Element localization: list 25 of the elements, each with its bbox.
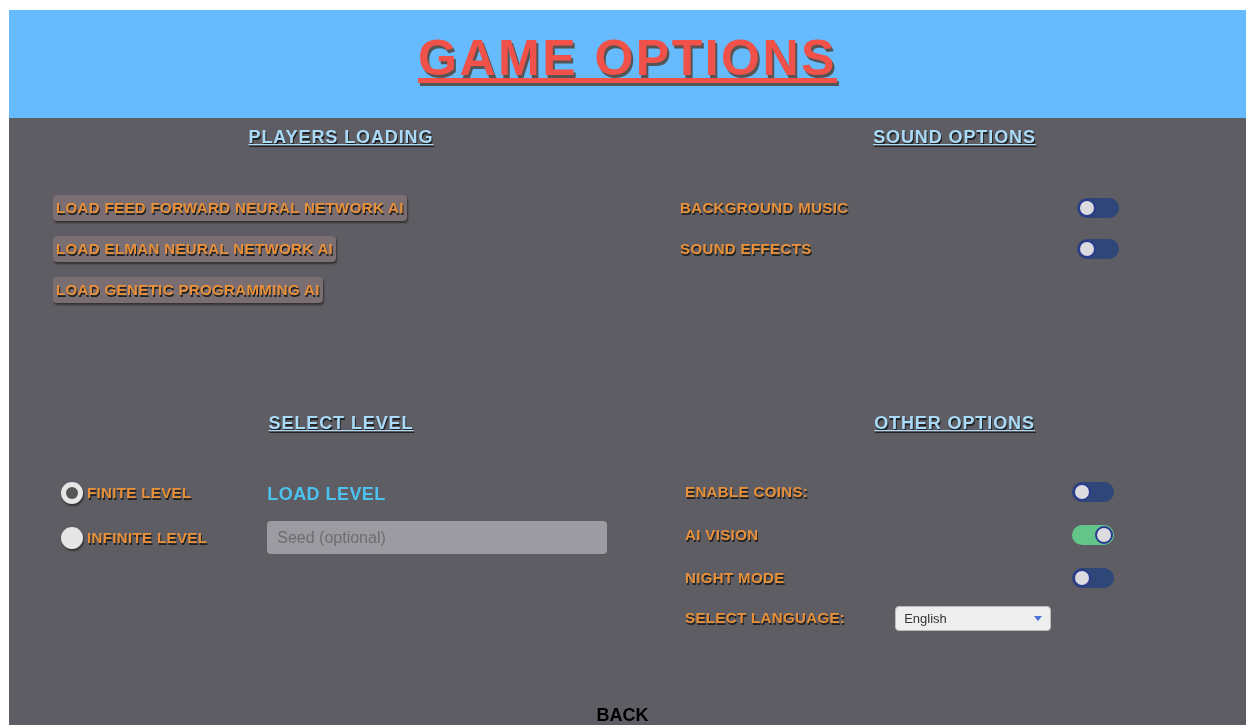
setting-label: NIGHT MODE — [685, 567, 785, 588]
load-ai-button[interactable]: LOAD ELMAN NEURAL NETWORK AI — [53, 236, 337, 262]
section-heading: SELECT LEVEL — [268, 412, 414, 435]
page-title: GAME OPTIONS — [418, 28, 837, 88]
section-heading: PLAYERS LOADING — [248, 126, 434, 149]
toggle-switch[interactable] — [1077, 198, 1119, 218]
toggle-switch[interactable] — [1077, 239, 1119, 259]
toggle-switch[interactable] — [1072, 568, 1114, 588]
setting-label: ENABLE COINS: — [685, 481, 809, 502]
load-ai-button[interactable]: LOAD FEED FORWARD NEURAL NETWORK AI — [53, 195, 407, 221]
level-radio[interactable]: INFINITE LEVEL — [61, 526, 208, 550]
toggle-switch[interactable] — [1072, 525, 1114, 545]
toggle-switch[interactable] — [1072, 482, 1114, 502]
language-dropdown[interactable]: English — [895, 606, 1052, 631]
section-heading: OTHER OPTIONS — [874, 412, 1035, 435]
setting-label: SOUND EFFECTS — [680, 238, 812, 259]
setting-label: AI VISION — [685, 524, 759, 545]
caret-icon — [1034, 616, 1043, 621]
load-ai-button[interactable]: LOAD GENETIC PROGRAMMING AI — [53, 277, 323, 303]
section-heading: SOUND OPTIONS — [873, 126, 1036, 149]
setting-label: SELECT LANGUAGE: — [685, 608, 846, 629]
setting-label: BACKGROUND MUSIC — [680, 197, 849, 218]
load-level-button[interactable]: LOAD LEVEL — [267, 481, 386, 505]
back-button[interactable]: BACK — [596, 705, 649, 725]
level-radio[interactable]: FINITE LEVEL — [61, 481, 208, 505]
